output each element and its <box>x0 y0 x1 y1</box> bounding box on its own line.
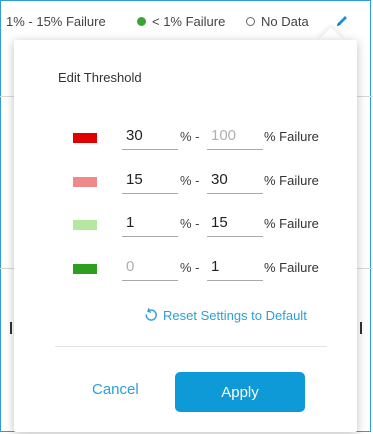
legend-label: No Data <box>261 14 309 29</box>
unit-label: % Failure <box>264 216 319 231</box>
light-green-swatch-icon <box>73 220 97 230</box>
legend-bar: 1% - 15% Failure < 1% Failure No Data <box>0 10 373 32</box>
background-marker <box>10 322 12 334</box>
max-value-input[interactable]: 1 <box>207 255 263 281</box>
range-separator: % - <box>180 129 200 144</box>
range-separator: % - <box>180 216 200 231</box>
green-dot-icon <box>137 17 146 26</box>
legend-label: < 1% Failure <box>152 14 226 29</box>
legend-item-low-failure: < 1% Failure <box>137 14 225 29</box>
pink-swatch-icon <box>73 177 97 187</box>
red-swatch-icon <box>73 133 97 143</box>
range-separator: % - <box>180 260 200 275</box>
reset-settings-link[interactable]: Reset Settings to Default <box>144 305 307 325</box>
range-separator: % - <box>180 173 200 188</box>
reset-icon <box>145 308 157 321</box>
threshold-row-high: 15 % - 30 % Failure <box>0 168 373 198</box>
legend-label: 1% - 15% Failure <box>6 14 106 29</box>
unit-label: % Failure <box>264 129 319 144</box>
unit-label: % Failure <box>264 173 319 188</box>
min-value-input[interactable]: 0 <box>122 255 178 281</box>
max-value-input[interactable]: 30 <box>207 168 263 194</box>
background-divider <box>0 96 14 97</box>
apply-button[interactable]: Apply <box>175 372 305 412</box>
green-swatch-icon <box>73 264 97 274</box>
max-value-input[interactable]: 100 <box>207 124 263 150</box>
pencil-icon[interactable] <box>335 14 349 28</box>
legend-item-mid-failure: 1% - 15% Failure <box>6 14 106 29</box>
min-value-input[interactable]: 15 <box>122 168 178 194</box>
footer-divider <box>55 346 327 347</box>
background-marker <box>360 322 362 334</box>
empty-dot-icon <box>246 17 255 26</box>
min-value-input[interactable]: 1 <box>122 211 178 237</box>
max-value-input[interactable]: 15 <box>207 211 263 237</box>
popover-title: Edit Threshold <box>58 70 142 85</box>
threshold-row-low: 0 % - 1 % Failure <box>0 255 373 285</box>
background-divider <box>357 96 373 97</box>
threshold-row-medium: 1 % - 15 % Failure <box>0 211 373 241</box>
cancel-button[interactable]: Cancel <box>92 381 139 398</box>
min-value-input[interactable]: 30 <box>122 124 178 150</box>
unit-label: % Failure <box>264 260 319 275</box>
reset-settings-label: Reset Settings to Default <box>163 307 307 323</box>
legend-item-no-data: No Data <box>246 14 309 29</box>
threshold-row-critical: 30 % - 100 % Failure <box>0 124 373 154</box>
